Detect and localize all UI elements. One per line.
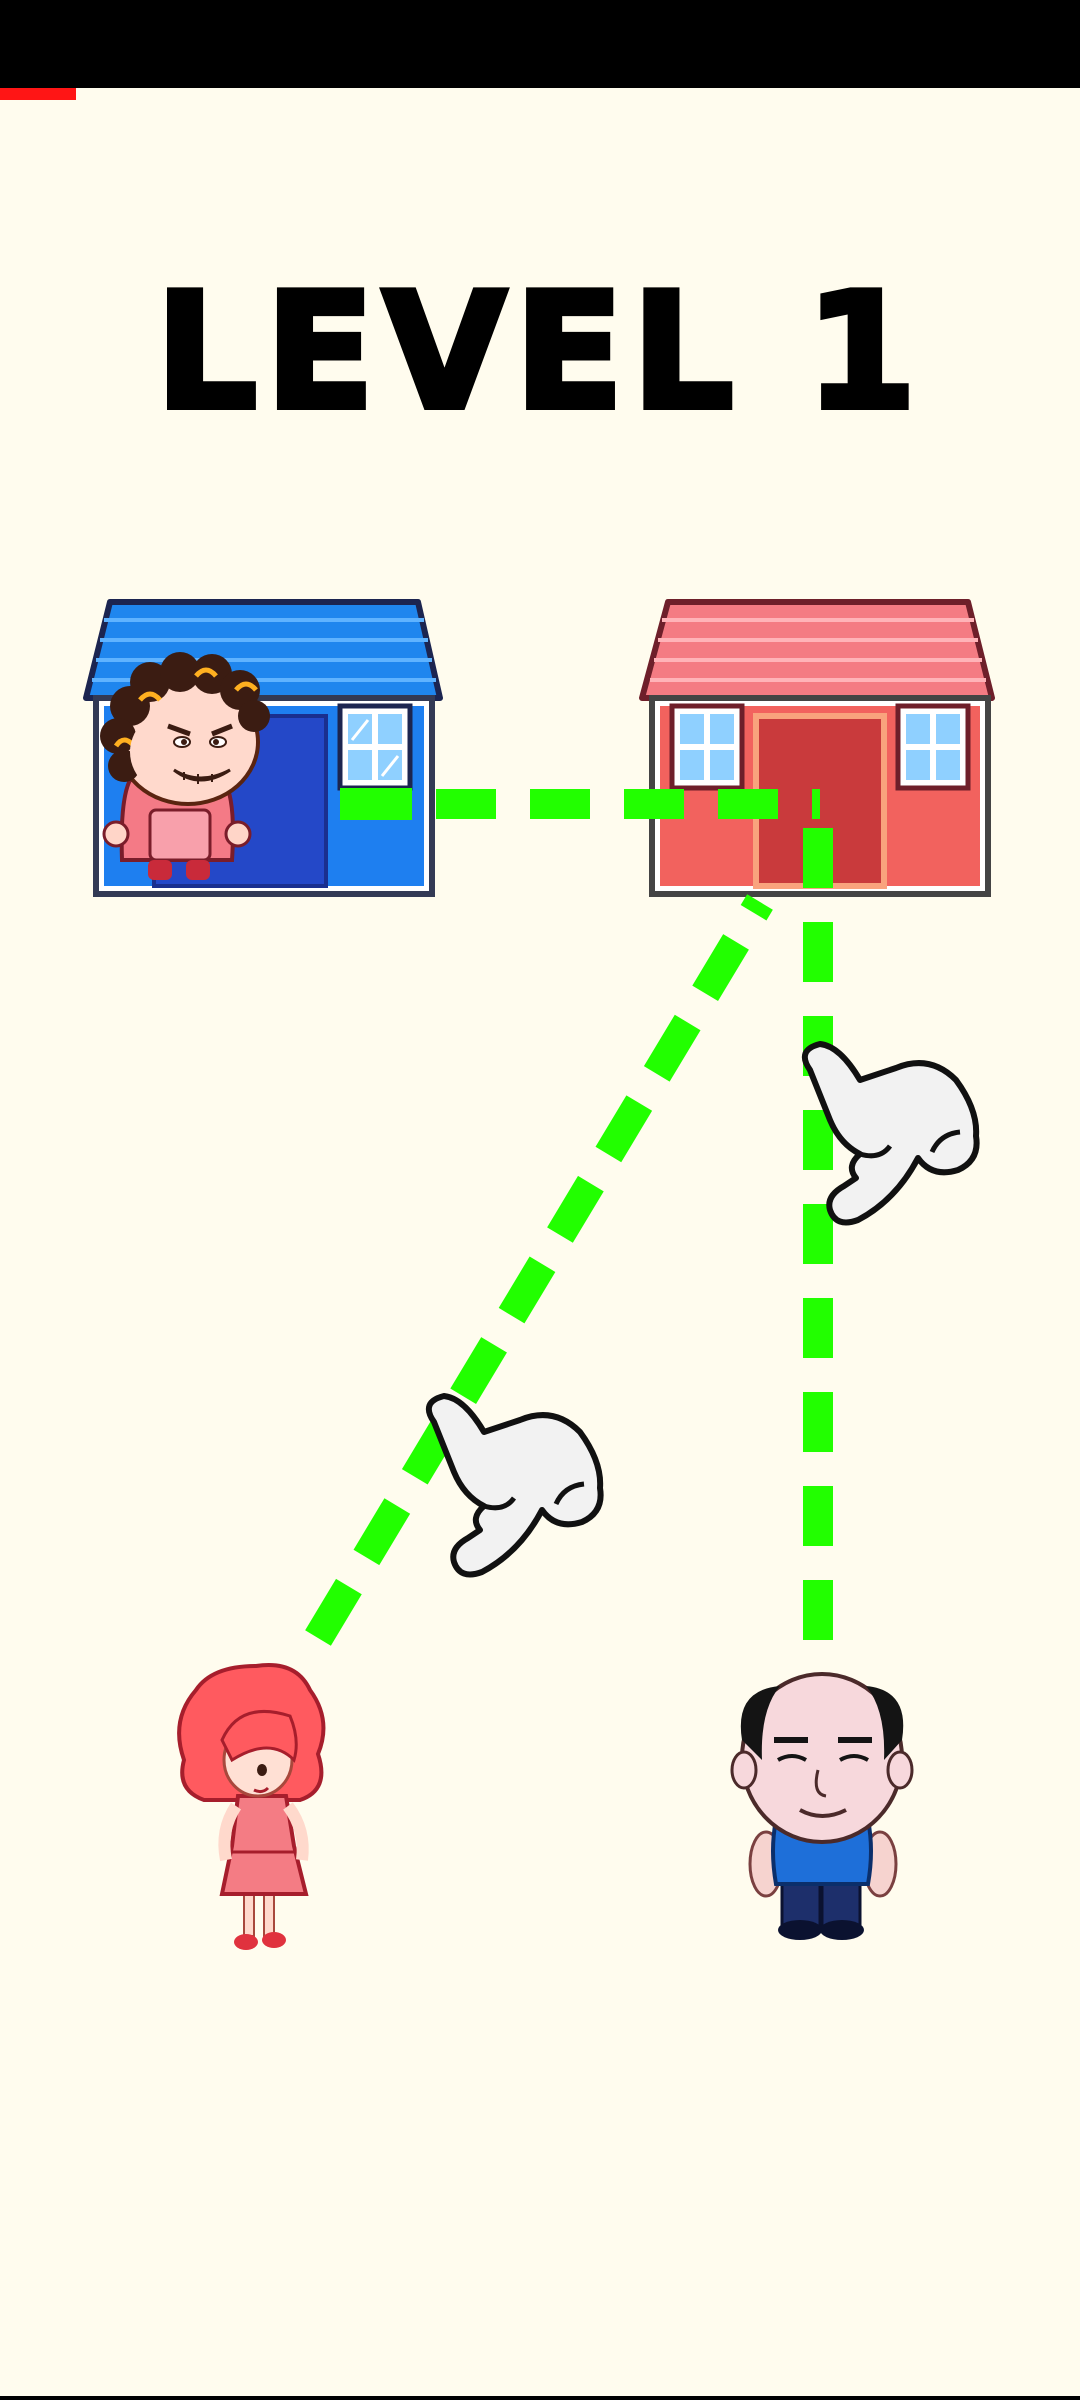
young-woman-character[interactable]: [177, 1663, 326, 1950]
bald-man-character[interactable]: [730, 1672, 914, 1940]
path-start-segment: [340, 788, 412, 820]
pointing-hand-icon: [425, 1393, 604, 1578]
bottom-edge: [0, 2396, 1080, 2400]
path-young-woman-to-red-house: [305, 894, 773, 1646]
game-board[interactable]: [0, 0, 1080, 2400]
game-screen: LEVEL 1: [0, 0, 1080, 2400]
